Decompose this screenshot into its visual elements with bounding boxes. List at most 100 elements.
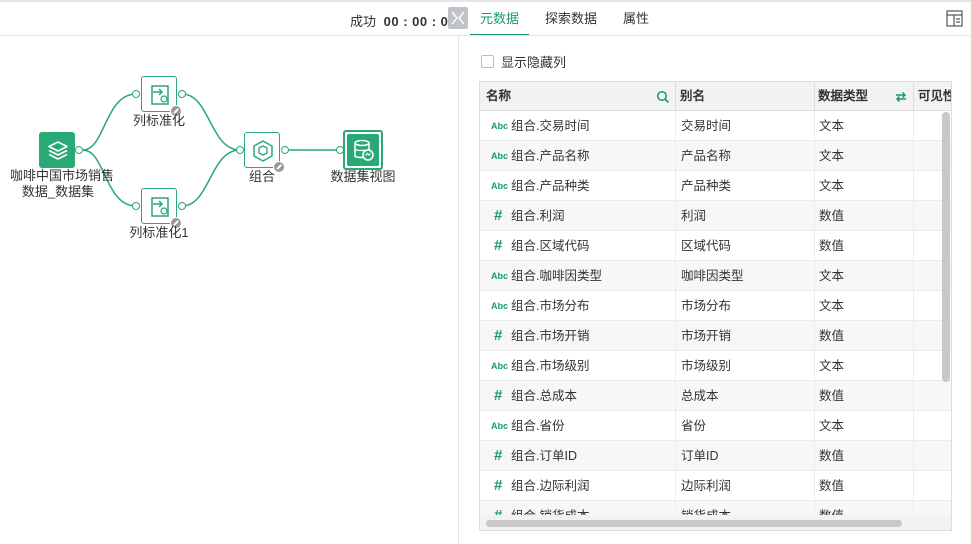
column-header-name[interactable]: 名称 [486,82,511,111]
flow-links [82,93,338,207]
flow-canvas[interactable]: 咖啡中国市场销售 数据_数据集 列标准化 列标准化1 组合 数据集视图 [0,36,458,544]
cell-data-type[interactable]: 文本 [819,351,844,381]
table-row[interactable]: Abc 组合.咖啡因类型 咖啡因类型 文本 [480,261,951,291]
cell-alias[interactable]: 边际利润 [681,471,731,501]
cell-alias[interactable]: 总成本 [681,381,719,411]
cell-data-type[interactable]: 数值 [819,321,844,351]
run-status: 成功 00 : 00 : 04 [350,11,456,30]
cell-alias[interactable]: 利润 [681,201,706,231]
show-hidden-checkbox[interactable] [481,55,494,68]
table-row[interactable]: Abc 组合.市场级别 市场级别 文本 [480,351,951,381]
metadata-table: 名称 别名 数据类型 可见性 Abc 组合.交易时间 交易时间 文本 Abc 组合.产品名… [479,81,952,531]
table-row[interactable]: # 组合.区域代码 区域代码 数值 [480,231,951,261]
table-row[interactable]: # 组合.边际利润 边际利润 数值 [480,471,951,501]
cell-name[interactable]: 组合.边际利润 [511,471,589,501]
table-row[interactable]: # 组合.利润 利润 数值 [480,201,951,231]
cell-name[interactable]: 组合.产品名称 [511,141,589,171]
number-type-icon: # [494,447,503,464]
cell-name[interactable]: 组合.区域代码 [511,231,589,261]
cell-data-type[interactable]: 文本 [819,141,844,171]
cell-name[interactable]: 组合.总成本 [511,381,577,411]
tab-metadata[interactable]: 元数据 [470,0,530,36]
table-row[interactable]: Abc 组合.市场分布 市场分布 文本 [480,291,951,321]
combine-output-port[interactable] [281,146,289,154]
column-header-alias[interactable]: 别名 [680,82,705,111]
normalize2-input-port[interactable] [132,202,140,210]
cell-data-type[interactable]: 数值 [819,441,844,471]
cell-name[interactable]: 组合.省份 [511,411,564,441]
cell-separator [814,201,815,231]
flow-node-dataset-view[interactable] [343,130,383,170]
source-label-line1: 咖啡中国市场销售 [10,168,115,183]
text-type-icon: Abc [491,121,509,131]
cell-separator [814,141,815,171]
flow-node-normalize2[interactable] [141,188,182,229]
source-label-line2: 数据_数据集 [21,184,95,199]
layout-toggle-icon[interactable] [946,10,963,27]
table-row[interactable]: Abc 组合.产品名称 产品名称 文本 [480,141,951,171]
normalize1-input-port[interactable] [132,90,140,98]
cell-alias[interactable]: 产品种类 [681,171,731,201]
table-row[interactable]: Abc 组合.产品种类 产品种类 文本 [480,171,951,201]
cell-data-type[interactable]: 文本 [819,111,844,141]
cell-alias[interactable]: 省份 [681,411,706,441]
cell-separator [814,171,815,201]
cell-name[interactable]: 组合.产品种类 [511,171,589,201]
column-header-type[interactable]: 数据类型 [818,82,868,111]
cell-name[interactable]: 组合.交易时间 [511,111,589,141]
horizontal-scrollbar[interactable] [486,520,902,527]
text-type-icon: Abc [491,181,509,191]
table-row[interactable]: Abc 组合.省份 省份 文本 [480,411,951,441]
show-hidden-columns[interactable]: 显示隐藏列 [481,52,566,71]
cell-alias[interactable]: 产品名称 [681,141,731,171]
cell-data-type[interactable]: 文本 [819,171,844,201]
cell-name[interactable]: 组合.市场开销 [511,321,589,351]
tab-explore-data[interactable]: 探索数据 [535,0,607,36]
tab-properties[interactable]: 属性 [613,0,659,36]
cell-separator [675,141,676,171]
cell-data-type[interactable]: 文本 [819,291,844,321]
search-icon[interactable] [656,90,670,104]
text-type-icon: Abc [491,301,509,311]
cell-data-type[interactable]: 数值 [819,381,844,411]
vertical-scrollbar[interactable] [942,112,950,382]
layers-icon [48,141,68,160]
column-header-visibility[interactable]: 可见性 [918,82,951,111]
table-row[interactable]: Abc 组合.交易时间 交易时间 文本 [480,111,951,141]
cell-data-type[interactable]: 文本 [819,261,844,291]
normalize2-output-port[interactable] [178,202,186,210]
cell-separator [814,351,815,381]
cell-data-type[interactable]: 文本 [819,411,844,441]
panel-collapse-button[interactable] [448,7,468,29]
cell-name[interactable]: 组合.市场分布 [511,291,589,321]
text-type-icon: Abc [491,271,509,281]
cell-name[interactable]: 组合.利润 [511,201,564,231]
cell-alias[interactable]: 市场级别 [681,351,731,381]
cell-name[interactable]: 组合.订单ID [511,441,577,471]
source-output-port[interactable] [75,146,83,154]
combine-input-port[interactable] [236,146,244,154]
cell-separator [814,411,815,441]
cell-separator [675,381,676,411]
cell-alias[interactable]: 咖啡因类型 [681,261,744,291]
cell-data-type[interactable]: 数值 [819,201,844,231]
panel-divider[interactable] [458,36,459,544]
normalize1-output-port[interactable] [178,90,186,98]
cell-data-type[interactable]: 数值 [819,471,844,501]
cell-alias[interactable]: 订单ID [681,441,719,471]
flow-node-source[interactable] [39,132,75,168]
cell-alias[interactable]: 交易时间 [681,111,731,141]
table-row[interactable]: # 组合.订单ID 订单ID 数值 [480,441,951,471]
cell-alias[interactable]: 区域代码 [681,231,731,261]
cell-data-type[interactable]: 数值 [819,231,844,261]
cell-alias[interactable]: 市场分布 [681,291,731,321]
cell-name[interactable]: 组合.咖啡因类型 [511,261,602,291]
table-row[interactable]: # 组合.市场开销 市场开销 数值 [480,321,951,351]
status-label: 成功 [350,14,377,29]
swap-icon[interactable] [894,90,908,104]
flow-node-combine[interactable] [244,132,285,173]
cell-name[interactable]: 组合.市场级别 [511,351,589,381]
cell-alias[interactable]: 市场开销 [681,321,731,351]
table-row[interactable]: # 组合.总成本 总成本 数值 [480,381,951,411]
flow-node-normalize1[interactable] [141,76,182,117]
